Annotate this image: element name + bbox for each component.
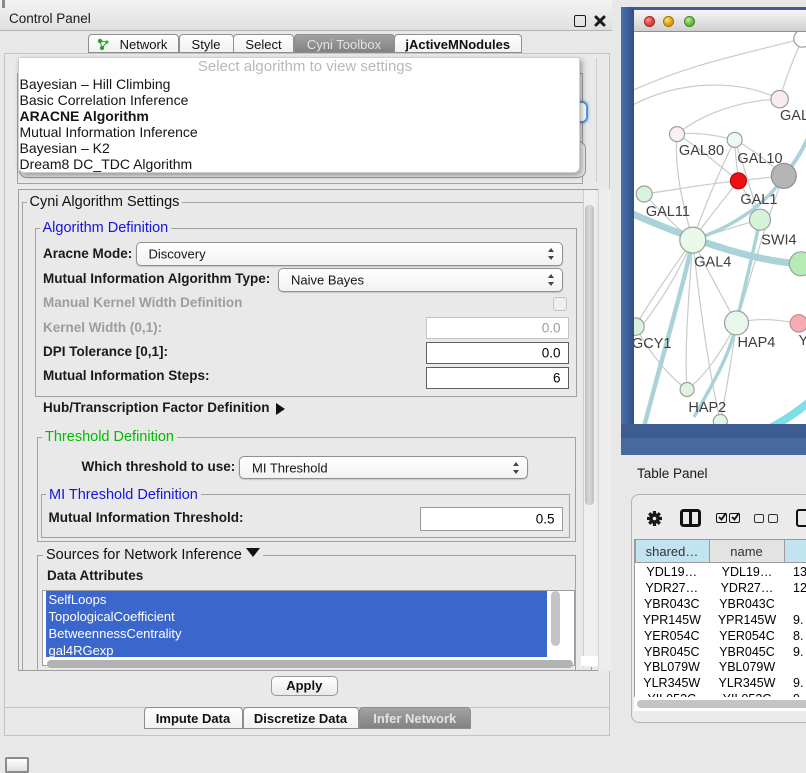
svg-text:YG: YG <box>799 333 806 349</box>
svg-text:GAL1: GAL1 <box>740 192 777 208</box>
svg-text:GCY1: GCY1 <box>634 335 671 351</box>
svg-text:GAL2: GAL2 <box>780 108 806 124</box>
svg-text:HAP2: HAP2 <box>688 400 726 416</box>
svg-text:GAL10: GAL10 <box>737 151 782 167</box>
svg-text:SWI4: SWI4 <box>761 232 796 248</box>
svg-text:GAL80: GAL80 <box>679 143 724 159</box>
svg-text:GAL11: GAL11 <box>646 204 690 220</box>
svg-text:HAP4: HAP4 <box>737 335 775 351</box>
svg-text:GAL4: GAL4 <box>694 254 731 270</box>
